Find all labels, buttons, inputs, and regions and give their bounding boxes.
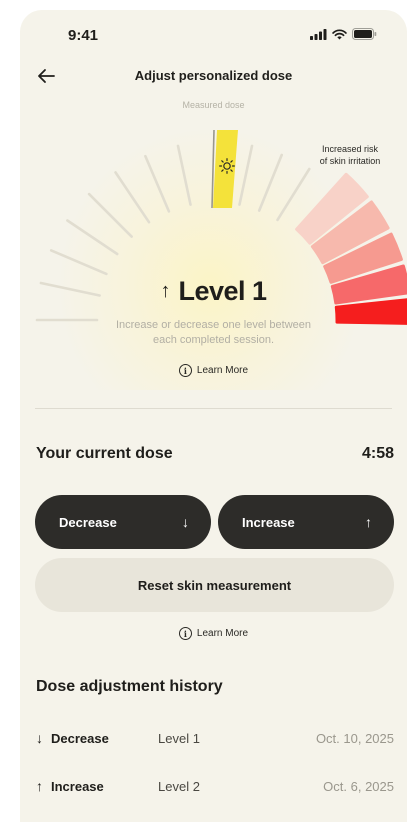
history-level: Level 1 xyxy=(158,730,200,746)
arrow-up-icon: ↑ xyxy=(160,280,171,302)
dose-timer: 4:58 xyxy=(361,445,394,462)
hint-line2: each completed session. xyxy=(152,334,275,346)
decrease-button[interactable]: Decrease ↓ xyxy=(35,495,211,549)
adjust-hint: Increase or decrease one level between e… xyxy=(80,318,347,348)
gauge-tick xyxy=(276,167,311,222)
increase-button[interactable]: Increase ↑ xyxy=(218,495,394,549)
level-readout: ↑ Level 1 xyxy=(20,276,407,307)
gauge-tick xyxy=(66,219,119,256)
learn-more-label: Learn More xyxy=(196,628,249,639)
gauge-tick xyxy=(114,171,151,224)
gauge-tick xyxy=(144,154,171,213)
risk-label-line2: of skin irritation xyxy=(319,156,381,166)
history-action: ↑ Increase xyxy=(36,778,158,794)
arrow-down-icon: ↓ xyxy=(36,730,43,746)
info-icon: i xyxy=(178,364,192,377)
history-action-label: Decrease xyxy=(51,730,109,746)
gauge-tick xyxy=(257,153,284,212)
gauge-tick xyxy=(87,192,133,238)
risk-label: Increased risk of skin irritation xyxy=(305,143,395,167)
history-row: ↑ Increase Level 2 Oct. 6, 2025 xyxy=(36,776,394,796)
history-date: Oct. 10, 2025 xyxy=(315,730,394,746)
history-row: ↓ Decrease Level 1 Oct. 10, 2025 xyxy=(36,728,394,748)
history-action: ↓ Decrease xyxy=(36,730,158,746)
reset-skin-measurement-button[interactable]: Reset skin measurement xyxy=(35,558,394,612)
learn-more-link-gauge[interactable]: i Learn More xyxy=(20,364,407,377)
hint-line1: Increase or decrease one level between xyxy=(115,319,312,331)
history-title: Dose adjustment history xyxy=(36,678,223,695)
history-date: Oct. 6, 2025 xyxy=(323,778,394,794)
gauge-tick xyxy=(49,249,108,276)
decrease-label: Decrease xyxy=(59,514,117,530)
divider xyxy=(35,408,392,409)
learn-more-label: Learn More xyxy=(196,365,249,376)
gauge-tick xyxy=(238,144,254,206)
arrow-up-icon: ↑ xyxy=(36,778,43,794)
current-dose-title: Your current dose xyxy=(36,445,173,462)
risk-label-line1: Increased risk xyxy=(321,144,379,154)
info-icon: i xyxy=(178,627,192,640)
history-level: Level 2 xyxy=(158,778,200,794)
current-level: Level 1 xyxy=(178,276,267,306)
history-action-label: Increase xyxy=(51,778,104,794)
phone-screen: 9:41 Adjust personalized dose Measured d… xyxy=(20,10,407,822)
learn-more-link-dose[interactable]: i Learn More xyxy=(20,627,407,640)
arrow-up-icon: ↑ xyxy=(365,514,372,530)
measured-dose-marker xyxy=(211,129,238,209)
arrow-down-icon: ↓ xyxy=(182,514,189,530)
increase-label: Increase xyxy=(242,514,295,530)
gauge-tick xyxy=(176,144,192,206)
